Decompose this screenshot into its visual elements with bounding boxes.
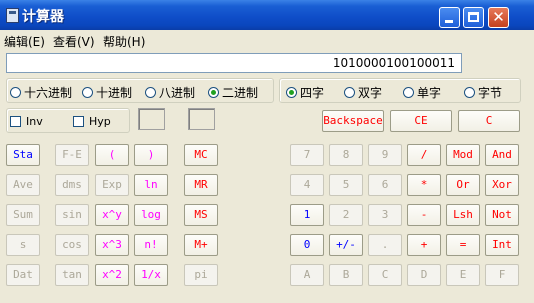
decimal-button[interactable]: . [368,234,402,256]
lsh-button[interactable]: Lsh [446,204,480,226]
radio-dot [403,87,414,98]
radio-dot [464,87,475,98]
menu-edit[interactable]: 编辑(E) [4,33,45,50]
cos-button[interactable]: cos [55,234,89,256]
radio-dec[interactable]: 十进制 [82,84,132,101]
mr-button[interactable]: MR [184,174,218,196]
x-squared-button[interactable]: x^2 [95,264,129,286]
reciprocal-button[interactable]: 1/x [134,264,168,286]
radio-dot-selected [208,87,219,98]
factorial-button[interactable]: n! [134,234,168,256]
calculator-icon [6,8,19,23]
close-paren-button[interactable]: ) [134,144,168,166]
backspace-button[interactable]: Backspace [322,110,384,132]
subtract-button[interactable]: - [407,204,441,226]
divide-button[interactable]: / [407,144,441,166]
word-size-group: 四字 双字 单字 字节 [279,78,521,103]
log-button[interactable]: log [134,204,168,226]
m-plus-button[interactable]: M+ [184,234,218,256]
radio-dot [10,87,21,98]
radio-byte[interactable]: 字节 [464,84,502,101]
c-button[interactable]: C [458,110,520,132]
negate-button[interactable]: +/- [329,234,363,256]
exp-button[interactable]: Exp [95,174,129,196]
xor-button[interactable]: Xor [485,174,519,196]
mod-button[interactable]: Mod [446,144,480,166]
checkbox-box [73,116,84,127]
fe-button[interactable]: F-E [55,144,89,166]
hex-e-button[interactable]: E [446,264,480,286]
digit-9-button[interactable]: 9 [368,144,402,166]
hex-b-button[interactable]: B [329,264,363,286]
int-button[interactable]: Int [485,234,519,256]
multiply-button[interactable]: * [407,174,441,196]
ce-button[interactable]: CE [390,110,452,132]
digit-2-button[interactable]: 2 [329,204,363,226]
hex-d-button[interactable]: D [407,264,441,286]
radio-qword[interactable]: 四字 [286,84,324,101]
maximize-button[interactable] [463,7,484,28]
ave-button[interactable]: Ave [6,174,40,196]
not-button[interactable]: Not [485,204,519,226]
digit-3-button[interactable]: 3 [368,204,402,226]
or-button[interactable]: Or [446,174,480,196]
hex-a-button[interactable]: A [290,264,324,286]
sin-button[interactable]: sin [55,204,89,226]
tan-button[interactable]: tan [55,264,89,286]
and-button[interactable]: And [485,144,519,166]
window-title: 计算器 [22,9,64,25]
digit-7-button[interactable]: 7 [290,144,324,166]
radio-dword[interactable]: 双字 [344,84,382,101]
sum-button[interactable]: Sum [6,204,40,226]
radio-dot [145,87,156,98]
minimize-icon [445,20,453,23]
radio-oct[interactable]: 八进制 [145,84,195,101]
dms-button[interactable]: dms [55,174,89,196]
digit-8-button[interactable]: 8 [329,144,363,166]
base-group: 十六进制 十进制 八进制 二进制 [6,78,274,103]
digit-0-button[interactable]: 0 [290,234,324,256]
radio-dot [344,87,355,98]
hex-c-button[interactable]: C [368,264,402,286]
mc-button[interactable]: MC [184,144,218,166]
menu-help[interactable]: 帮助(H) [103,33,145,50]
s-button[interactable]: s [6,234,40,256]
ln-button[interactable]: ln [134,174,168,196]
digit-6-button[interactable]: 6 [368,174,402,196]
close-icon: ✕ [492,8,505,26]
x-pow-y-button[interactable]: x^y [95,204,129,226]
inv-checkbox[interactable]: Inv [10,115,43,128]
hyp-checkbox[interactable]: Hyp [73,115,111,128]
dat-button[interactable]: Dat [6,264,40,286]
radio-hex[interactable]: 十六进制 [10,84,72,101]
sta-button[interactable]: Sta [6,144,40,166]
result-display: 1010000100100011 [6,53,462,73]
digit-5-button[interactable]: 5 [329,174,363,196]
hex-f-button[interactable]: F [485,264,519,286]
add-button[interactable]: + [407,234,441,256]
minimize-button[interactable] [439,7,460,28]
digit-1-button[interactable]: 1 [290,204,324,226]
x-cubed-button[interactable]: x^3 [95,234,129,256]
equals-button[interactable]: = [446,234,480,256]
radio-dot-selected [286,87,297,98]
parenthesis-indicator [138,108,165,130]
close-button[interactable]: ✕ [488,7,509,28]
digit-4-button[interactable]: 4 [290,174,324,196]
open-paren-button[interactable]: ( [95,144,129,166]
pi-button[interactable]: pi [184,264,218,286]
maximize-icon [468,12,479,22]
radio-dot [82,87,93,98]
memory-indicator [188,108,215,130]
checkbox-box [10,116,21,127]
radio-bin[interactable]: 二进制 [208,84,258,101]
ms-button[interactable]: MS [184,204,218,226]
menu-view[interactable]: 查看(V) [53,33,95,50]
menu-bar: 编辑(E) 查看(V) 帮助(H) [0,30,534,50]
inv-hyp-group: Inv Hyp [6,108,130,133]
radio-word[interactable]: 单字 [403,84,441,101]
title-bar: 计算器 ✕ [0,0,534,30]
